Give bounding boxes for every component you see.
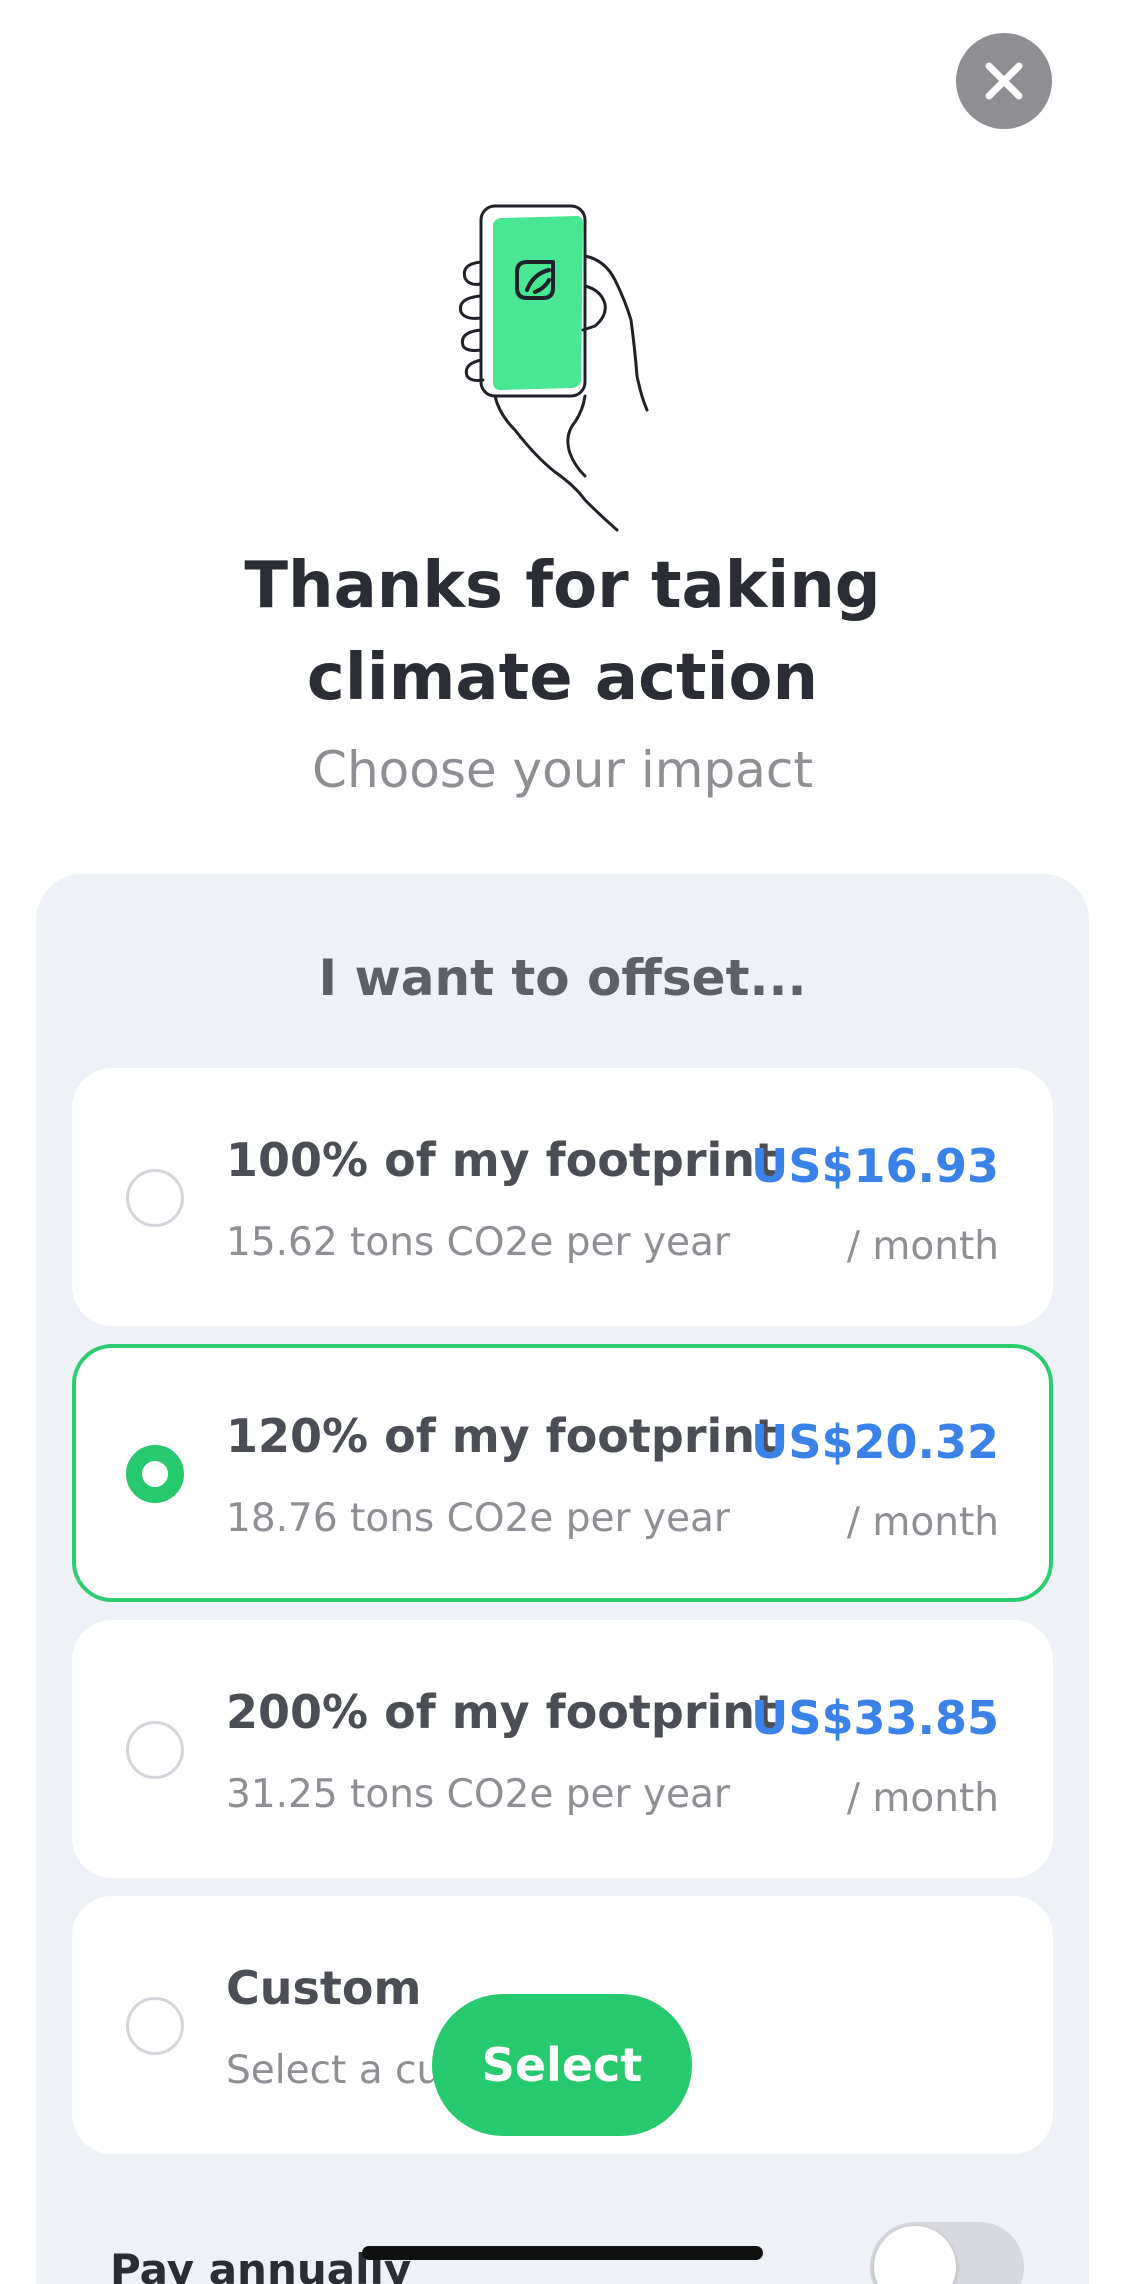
title-line-1: Thanks for taking [244,549,881,623]
hand-phone-leaf-illustration [458,204,649,532]
option-period: / month [846,1224,999,1269]
offset-selection-screen: Thanks for taking climate action Choose … [0,0,1125,2284]
close-button[interactable] [956,33,1052,129]
option-label: Custom [226,1961,422,2015]
option-price: US$33.85 [751,1691,999,1745]
option-emissions: 31.25 tons CO2e per year [226,1772,730,1817]
title-line-2: climate action [306,641,819,715]
option-radio[interactable] [126,1721,184,1779]
page-subtitle: Choose your impact [312,741,813,799]
option-label: 200% of my footprint [226,1685,778,1739]
close-icon [985,62,1023,100]
option-120-percent[interactable]: 120% of my footprint 18.76 tons CO2e per… [72,1344,1053,1602]
pay-annually-toggle[interactable] [870,2222,1024,2284]
option-label: 120% of my footprint [226,1409,778,1463]
home-indicator [362,2246,763,2260]
page-title: Thanks for taking climate action [0,540,1125,724]
option-radio-selected[interactable] [126,1445,184,1503]
option-100-percent[interactable]: 100% of my footprint 15.62 tons CO2e per… [72,1068,1053,1326]
option-emissions: 15.62 tons CO2e per year [226,1220,730,1265]
option-price: US$20.32 [751,1415,999,1469]
option-custom-hint: Select a cus [226,2048,462,2093]
select-button[interactable]: Select [432,1994,692,2136]
option-price: US$16.93 [751,1139,999,1193]
offset-heading: I want to offset... [318,949,807,1007]
toggle-knob [874,2226,956,2284]
option-radio[interactable] [126,1997,184,2055]
option-label: 100% of my footprint [226,1133,778,1187]
option-period: / month [846,1776,999,1821]
option-200-percent[interactable]: 200% of my footprint 31.25 tons CO2e per… [72,1620,1053,1878]
option-period: / month [846,1500,999,1545]
option-radio[interactable] [126,1169,184,1227]
option-emissions: 18.76 tons CO2e per year [226,1496,730,1541]
